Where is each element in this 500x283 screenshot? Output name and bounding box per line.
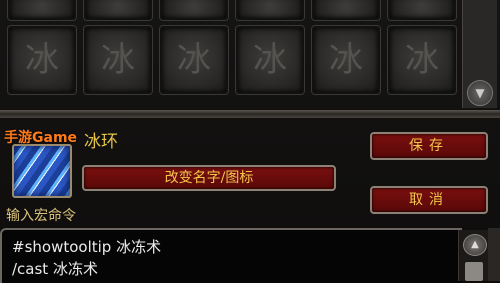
frost-rune-icon: 冰 [329,40,363,80]
cancel-button[interactable]: 取消 [370,186,488,214]
editor-scrollbar[interactable]: ▲ [458,230,489,281]
scroll-up-icon[interactable]: ▲ [463,234,487,256]
macro-slot[interactable] [160,0,228,20]
macro-slot[interactable] [312,0,380,20]
frost-rune-icon: 冰 [25,40,59,80]
change-name-icon-button[interactable]: 改变名字/图标 [82,165,336,191]
macro-slot[interactable]: 冰 [84,26,152,94]
frost-rune-icon: 冰 [101,40,135,80]
macro-text-editor[interactable]: #showtooltip 冰冻术 /cast 冰冻术 [0,228,462,283]
macro-slot[interactable]: 冰 [8,26,76,94]
enter-macro-label: 输入宏命令 [6,208,76,224]
macro-slot[interactable] [236,0,304,20]
macro-slot[interactable]: 冰 [236,26,304,94]
macro-slot[interactable] [8,0,76,20]
macro-slot[interactable]: 冰 [388,26,456,94]
macro-icon-grid: 冰 冰 冰 冰 冰 冰 [0,0,456,105]
selected-macro-icon[interactable] [12,144,72,198]
frame-border [488,228,500,281]
macro-slot[interactable] [388,0,456,20]
macro-slot[interactable]: 冰 [312,26,380,94]
frost-rune-icon: 冰 [177,40,211,80]
frost-rune-icon: 冰 [253,40,287,80]
macro-slot[interactable] [84,0,152,20]
watermark: 手游Game [4,130,78,146]
scroll-down-icon[interactable]: ▼ [467,80,493,106]
macro-line: /cast 冰冻术 [12,260,98,278]
divider [0,110,500,118]
grid-scrollbar[interactable]: ▼ [462,0,497,108]
scroll-thumb[interactable] [465,262,483,281]
macro-line: #showtooltip 冰冻术 [12,238,162,256]
save-button[interactable]: 保存 [370,132,488,160]
macro-window: 冰 冰 冰 冰 冰 冰 ▼ 冰环 手游Game 改变名字/图标 保存 取消 输入… [0,0,500,283]
macro-name: 冰环 [84,132,118,152]
macro-slot[interactable]: 冰 [160,26,228,94]
frost-rune-icon: 冰 [405,40,439,80]
